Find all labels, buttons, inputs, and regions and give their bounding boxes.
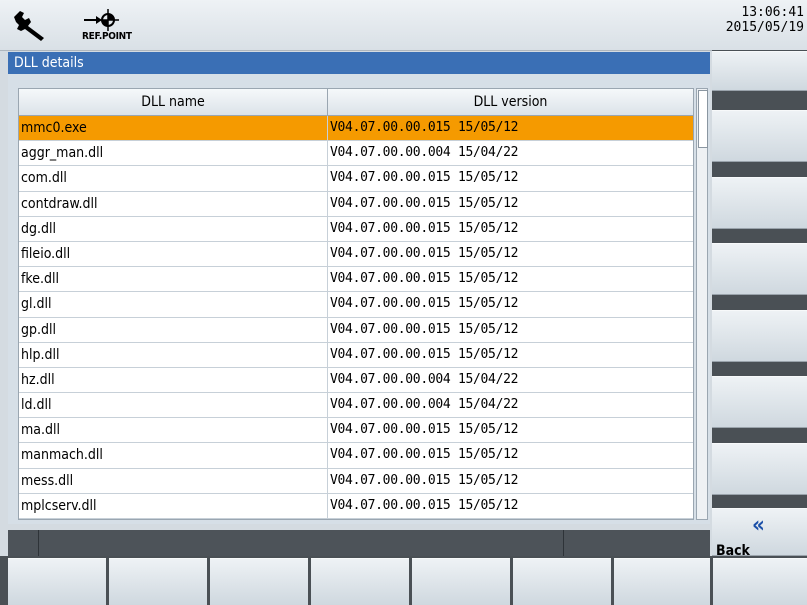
column-header-dll-name[interactable]: DLL name (19, 89, 328, 115)
table-row[interactable]: contdraw.dll V04.07.00.00.015 15/05/12 (19, 191, 693, 217)
dll-version-cell: V04.07.00.00.015 15/05/12 (330, 170, 519, 186)
vertical-softkey-bar: « Back (712, 50, 807, 559)
table-body: mmc0.exe V04.07.00.00.015 15/05/12 aggr_ma… (19, 116, 693, 519)
refpoint-button[interactable]: REF.POINT (76, 6, 146, 46)
dll-details-panel: DLL name DLL version mmc0.exe V04.07.00.0… (8, 74, 710, 524)
dll-version-cell: V04.07.00.00.015 15/05/12 (330, 120, 519, 135)
dialog-title: DLL details (8, 52, 710, 74)
table-row[interactable]: gl.dll V04.07.00.00.015 15/05/12 (19, 292, 693, 318)
dll-version-cell: V04.07.00.00.015 15/05/12 (330, 422, 519, 438)
dll-version-cell: V04.07.00.00.004 15/04/22 (330, 145, 519, 161)
vertical-softkey-5[interactable] (712, 310, 807, 362)
vertical-softkey-3[interactable] (712, 177, 807, 229)
dll-version-cell: V04.07.00.00.015 15/05/12 (330, 220, 519, 236)
horizontal-softkey-6[interactable] (513, 558, 611, 605)
table-row[interactable]: mplcserv.dll V04.07.00.00.015 15/05/12 (19, 493, 693, 519)
back-button[interactable]: « Back (712, 508, 807, 559)
dll-name-cell: ma.dll (19, 418, 328, 443)
status-bar (8, 530, 710, 556)
dll-name-cell: ld.dll (19, 393, 328, 418)
dll-name-cell: contdraw.dll (19, 191, 328, 216)
horizontal-softkey-7[interactable] (614, 558, 710, 605)
table-row[interactable]: hlp.dll V04.07.00.00.015 15/05/12 (19, 342, 693, 368)
dll-name-cell: manmach.dll (19, 443, 328, 468)
status-segment (563, 530, 564, 556)
dll-name-cell: gl.dll (19, 292, 328, 317)
table-row[interactable]: ld.dll V04.07.00.00.004 15/04/22 (19, 393, 693, 419)
table-row[interactable]: ma.dll V04.07.00.00.015 15/05/12 (19, 418, 693, 444)
dll-name-cell: mess.dll (19, 468, 328, 493)
dll-name-cell: mmc0.exe (19, 116, 328, 141)
dll-version-cell: V04.07.00.00.015 15/05/12 (330, 195, 519, 211)
table-row[interactable]: fke.dll V04.07.00.00.015 15/05/12 (19, 267, 693, 293)
scrollbar-thumb[interactable] (698, 90, 708, 148)
horizontal-softkey-5[interactable] (412, 558, 510, 605)
vertical-softkey-2[interactable] (712, 110, 807, 162)
horizontal-softkey-2[interactable] (109, 558, 207, 605)
dll-table: DLL name DLL version mmc0.exe V04.07.00.0… (18, 88, 694, 520)
dll-version-cell: V04.07.00.00.015 15/05/12 (330, 245, 519, 261)
table-row[interactable]: mmc0.exe V04.07.00.00.015 15/05/12 (19, 116, 693, 142)
dll-version-cell: V04.07.00.00.015 15/05/12 (330, 497, 519, 513)
dll-version-cell: V04.07.00.00.015 15/05/12 (330, 472, 519, 488)
dll-name-cell: aggr_man.dll (19, 141, 328, 166)
status-segment (38, 530, 39, 556)
dll-name-cell: hlp.dll (19, 342, 328, 367)
vertical-softkey-7[interactable] (712, 443, 807, 495)
horizontal-softkey-4[interactable] (311, 558, 409, 605)
vertical-softkey-6[interactable] (712, 376, 807, 428)
dll-version-cell: V04.07.00.00.015 15/05/12 (330, 271, 519, 287)
clock: 13:06:41 2015/05/19 (726, 5, 804, 35)
tool-button[interactable] (6, 6, 72, 46)
dll-version-cell: V04.07.00.00.015 15/05/12 (330, 321, 519, 337)
double-chevron-left-icon: « (752, 513, 765, 538)
table-row[interactable]: gp.dll V04.07.00.00.015 15/05/12 (19, 317, 693, 343)
dll-name-cell: hz.dll (19, 367, 328, 393)
dll-version-cell: V04.07.00.00.015 15/05/12 (330, 296, 519, 312)
vertical-softkey-1[interactable] (712, 51, 807, 91)
dll-name-cell: dg.dll (19, 216, 328, 241)
column-header-dll-version[interactable]: DLL version (328, 89, 693, 115)
dll-version-cell: V04.07.00.00.004 15/04/22 (330, 397, 519, 413)
table-row[interactable]: mess.dll V04.07.00.00.015 15/05/12 (19, 468, 693, 494)
dll-name-cell: fke.dll (19, 267, 328, 292)
horizontal-softkey-1[interactable] (8, 558, 106, 605)
dll-name-cell: fileio.dll (19, 241, 328, 267)
header-bar: REF.POINT 13:06:41 2015/05/19 (0, 0, 807, 51)
dll-name-cell: gp.dll (19, 317, 328, 342)
dll-name-cell: com.dll (19, 166, 328, 191)
table-row[interactable]: hz.dll V04.07.00.00.004 15/04/22 (19, 367, 693, 394)
table-header: DLL name DLL version (19, 89, 693, 116)
table-row[interactable]: manmach.dll V04.07.00.00.015 15/05/12 (19, 443, 693, 469)
dll-version-cell: V04.07.00.00.015 15/05/12 (330, 447, 519, 463)
horizontal-softkey-bar (0, 556, 807, 605)
horizontal-softkey-8[interactable] (713, 558, 807, 605)
table-row[interactable]: aggr_man.dll V04.07.00.00.004 15/04/22 (19, 141, 693, 167)
table-row[interactable]: fileio.dll V04.07.00.00.015 15/05/12 (19, 241, 693, 268)
table-row[interactable]: dg.dll V04.07.00.00.015 15/05/12 (19, 216, 693, 242)
clock-time: 13:06:41 (741, 5, 804, 20)
dll-name-cell: mplcserv.dll (19, 493, 328, 518)
horizontal-softkey-3[interactable] (210, 558, 308, 605)
clock-date: 2015/05/19 (725, 20, 804, 35)
dll-version-cell: V04.07.00.00.015 15/05/12 (330, 346, 519, 362)
refpoint-label: REF.POINT (82, 31, 132, 42)
table-row[interactable]: com.dll V04.07.00.00.015 15/05/12 (19, 166, 693, 192)
vertical-softkey-4[interactable] (712, 243, 807, 295)
vertical-scrollbar[interactable] (696, 88, 708, 520)
dll-version-cell: V04.07.00.00.004 15/04/22 (330, 371, 519, 387)
